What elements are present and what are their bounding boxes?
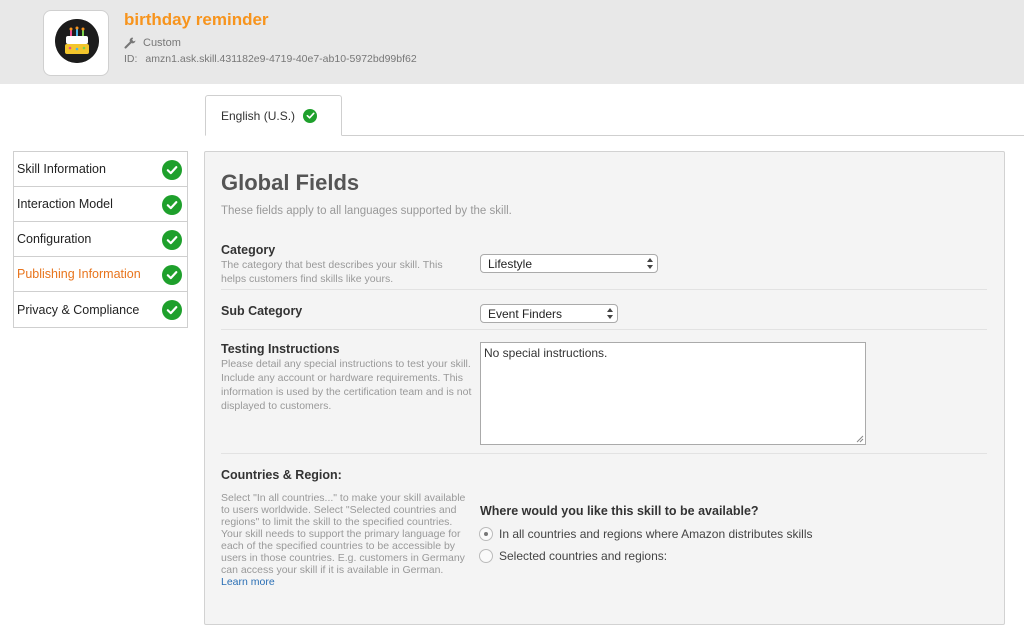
- field-divider: [221, 289, 987, 290]
- resize-grip-icon[interactable]: [856, 435, 864, 443]
- sidebar-item-configuration[interactable]: Configuration: [14, 222, 187, 257]
- check-icon: [162, 195, 182, 215]
- radio-label: Selected countries and regions:: [499, 549, 668, 563]
- category-description: The category that best describes your sk…: [221, 259, 443, 285]
- countries-description-text: Select "In all countries..." to make you…: [221, 492, 466, 528]
- countries-description-text-2: Your skill needs to support the primary …: [221, 528, 465, 576]
- category-select[interactable]: Lifestyle: [480, 254, 658, 273]
- radio-button-selected[interactable]: [479, 527, 493, 541]
- countries-description: Select "In all countries..." to make you…: [221, 492, 471, 588]
- testing-instructions-value: No special instructions.: [484, 346, 608, 360]
- skill-name: birthday reminder: [124, 10, 269, 29]
- skill-id: ID: amzn1.ask.skill.431182e9-4719-40e7-ab…: [124, 53, 417, 65]
- field-divider: [221, 453, 987, 454]
- tab-english-us[interactable]: English (U.S.): [205, 95, 342, 136]
- testing-instructions-textarea[interactable]: No special instructions.: [480, 342, 866, 445]
- sidebar-item-privacy-compliance[interactable]: Privacy & Compliance: [14, 292, 187, 327]
- skill-logo: [43, 10, 109, 76]
- category-label: Category: [221, 243, 276, 257]
- field-divider: [221, 329, 987, 330]
- sidebar-item-skill-information[interactable]: Skill Information: [14, 152, 187, 187]
- learn-more-link[interactable]: Learn more: [221, 576, 275, 588]
- testing-instructions-description: Please detail any special instructions t…: [221, 358, 472, 412]
- availability-question: Where would you like this skill to be av…: [480, 504, 759, 518]
- radio-button[interactable]: [479, 549, 493, 563]
- check-icon: [162, 300, 182, 320]
- sidebar-item-label: Configuration: [17, 232, 92, 246]
- skill-steps-sidebar: Skill Information Interaction Model Conf…: [13, 151, 188, 328]
- sidebar-item-interaction-model[interactable]: Interaction Model: [14, 187, 187, 222]
- sub-category-label: Sub Category: [221, 304, 303, 318]
- check-icon: [162, 160, 182, 180]
- skill-id-label: ID:: [124, 53, 138, 65]
- radio-all-countries[interactable]: In all countries and regions where Amazo…: [479, 527, 813, 541]
- skill-type-label: Custom: [143, 37, 181, 49]
- check-icon: [162, 230, 182, 250]
- category-select-value: Lifestyle: [488, 256, 533, 271]
- sidebar-item-label: Interaction Model: [17, 197, 113, 211]
- skill-header: birthday reminder Custom ID: amzn1.ask.sk…: [0, 0, 1024, 84]
- select-arrows-icon: [607, 308, 613, 319]
- check-icon: [303, 108, 318, 123]
- skill-id-value: amzn1.ask.skill.431182e9-4719-40e7-ab10-…: [145, 53, 417, 65]
- radio-selected-countries[interactable]: Selected countries and regions:: [479, 549, 667, 563]
- sub-category-select[interactable]: Event Finders: [480, 304, 618, 323]
- skill-type: Custom: [124, 37, 181, 49]
- sub-category-select-value: Event Finders: [488, 306, 563, 321]
- countries-region-label: Countries & Region:: [221, 468, 342, 482]
- sidebar-item-label: Publishing Information: [17, 267, 141, 281]
- sidebar-item-label: Privacy & Compliance: [17, 302, 140, 317]
- testing-instructions-label: Testing Instructions: [221, 342, 340, 356]
- select-arrows-icon: [647, 258, 653, 269]
- page-subtitle: These fields apply to all languages supp…: [221, 205, 512, 217]
- tab-label: English (U.S.): [221, 108, 296, 123]
- check-icon: [162, 265, 182, 285]
- radio-label: In all countries and regions where Amazo…: [499, 527, 813, 541]
- sidebar-item-label: Skill Information: [17, 162, 106, 176]
- wrench-icon: [124, 37, 136, 49]
- sidebar-item-publishing-information[interactable]: Publishing Information: [14, 257, 187, 292]
- birthday-cake-icon: [55, 19, 99, 63]
- global-fields-panel: Global Fields These fields apply to all …: [204, 151, 1005, 625]
- page-title: Global Fields: [221, 170, 360, 195]
